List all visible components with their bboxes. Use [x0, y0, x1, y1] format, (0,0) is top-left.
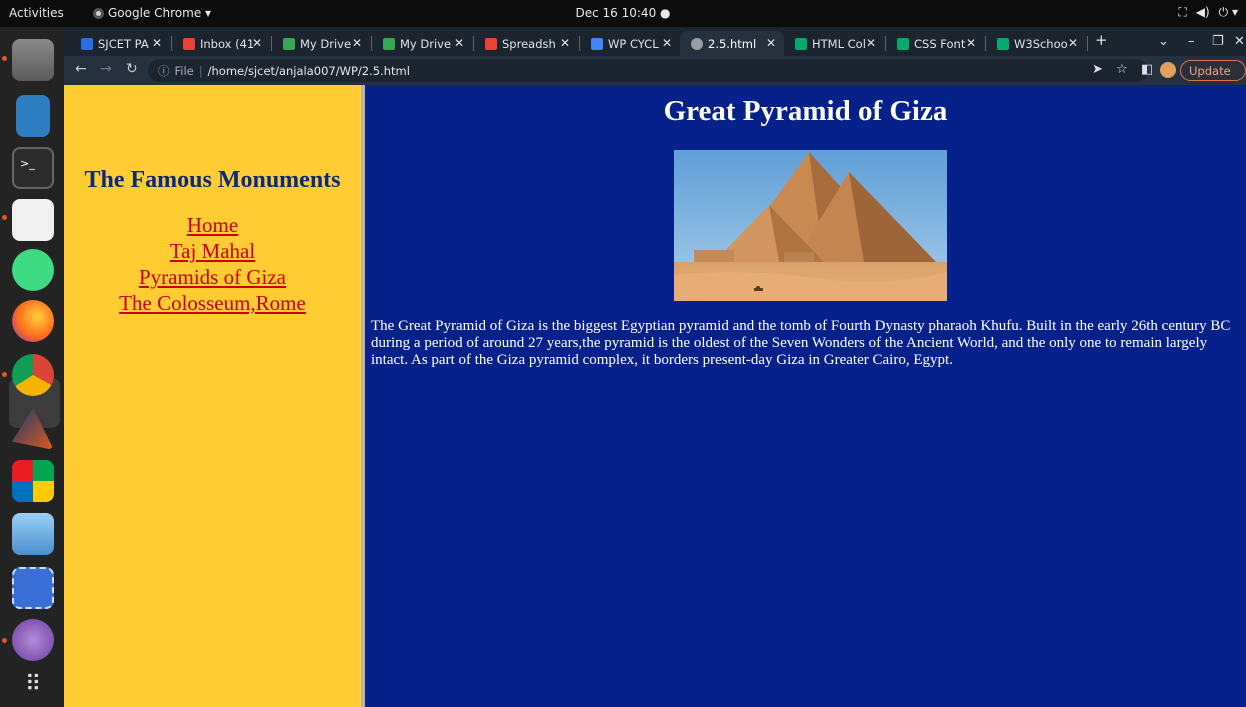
tab[interactable]: W3Schoo ✕ [986, 31, 1086, 56]
running-indicator [2, 56, 7, 61]
tab-favicon-icon [81, 37, 93, 50]
running-indicator [2, 372, 7, 377]
profile-avatar[interactable] [1160, 62, 1176, 78]
show-applications-icon[interactable]: ⠿ [12, 667, 54, 707]
tab-label: My Drive [400, 36, 452, 51]
link-colosseum[interactable]: The Colosseum,Rome [64, 290, 361, 316]
sidepanel-icon[interactable]: ◧ [1141, 62, 1153, 77]
virtualbox-icon[interactable] [12, 513, 54, 555]
tab[interactable]: Inbox (41 ✕ [172, 31, 270, 56]
tab-favicon-icon [795, 37, 807, 50]
tab-favicon-icon [997, 37, 1009, 50]
tab-favicon-icon [591, 37, 603, 50]
tab[interactable]: SJCET PA ✕ [70, 31, 170, 56]
restore-icon[interactable]: ❐ [1212, 34, 1224, 49]
update-button[interactable]: Update [1180, 60, 1246, 81]
tab-favicon-icon [485, 37, 497, 50]
tab-close-icon[interactable]: ✕ [352, 36, 362, 50]
address-bar[interactable]: ⓘ File | /home/sjcet/anjala007/WP/2.5.ht… [148, 59, 1148, 82]
update-label: Update [1189, 63, 1231, 78]
forward-icon[interactable]: → [100, 61, 112, 77]
firefox-icon[interactable] [12, 300, 54, 342]
tab-close-icon[interactable]: ✕ [866, 36, 876, 50]
tab-favicon-icon [691, 37, 703, 50]
page-title: Great Pyramid of Giza [663, 95, 948, 127]
chrome-dock-icon[interactable] [12, 354, 54, 396]
tab-label: WP CYCL [608, 36, 659, 51]
writer-icon[interactable] [16, 95, 50, 137]
tab-close-icon[interactable]: ✕ [766, 36, 776, 50]
tab-label: SJCET PA [98, 36, 149, 51]
tab-active[interactable]: 2.5.html ✕ [680, 31, 784, 56]
clock[interactable]: Dec 16 10:40 ● [0, 6, 1246, 20]
link-taj-mahal[interactable]: Taj Mahal [64, 238, 361, 264]
power-icon[interactable]: ⏻ ▾ [1219, 5, 1238, 20]
tab-close-icon[interactable]: ✕ [454, 36, 464, 50]
link-pyramids[interactable]: Pyramids of Giza [64, 264, 361, 290]
network-app-icon[interactable] [12, 619, 54, 661]
tab[interactable]: CSS Font ✕ [886, 31, 984, 56]
sidebar-heading: The Famous Monuments [84, 167, 341, 193]
tab[interactable]: WP CYCL ✕ [580, 31, 680, 56]
tab-label: 2.5.html [708, 36, 757, 51]
running-indicator [2, 215, 7, 220]
tab-favicon-icon [383, 37, 395, 50]
close-window-icon[interactable]: ✕ [1234, 34, 1245, 49]
tab-label: W3Schoo [1014, 36, 1068, 51]
nav-links: Home Taj Mahal Pyramids of Giza The Colo… [64, 212, 361, 316]
tab-close-icon[interactable]: ✕ [152, 36, 162, 50]
system-tray[interactable]: ⛶ ◀) ⏻ ▾ [1178, 5, 1238, 20]
bookmark-star-icon[interactable]: ☆ [1116, 62, 1128, 77]
tab[interactable]: HTML Col ✕ [784, 31, 884, 56]
tab-close-icon[interactable]: ✕ [252, 36, 262, 50]
tab-favicon-icon [283, 37, 295, 50]
volume-icon[interactable]: ◀) [1196, 5, 1210, 20]
url-prefix: File [174, 63, 194, 78]
tab-label: Spreadsh [502, 36, 556, 51]
tab-search-icon[interactable]: ⌄ [1158, 34, 1169, 49]
tab-label: HTML Col [812, 36, 866, 51]
url-separator: | [198, 63, 203, 78]
tab-label: Inbox (41 [200, 36, 255, 51]
tab-close-icon[interactable]: ✕ [966, 36, 976, 50]
tab[interactable]: My Drive ✕ [372, 31, 472, 56]
tab-favicon-icon [897, 37, 909, 50]
back-icon[interactable]: ← [75, 61, 87, 77]
new-tab-icon[interactable]: + [1095, 31, 1108, 49]
description-paragraph: The Great Pyramid of Giza is the biggest… [371, 318, 1231, 368]
minimize-icon[interactable]: – [1188, 34, 1195, 49]
pyramid-image [674, 150, 947, 301]
android-studio-icon[interactable] [12, 249, 54, 291]
content-panel: Great Pyramid of Giza The Great Pyramid … [365, 85, 1246, 707]
tab-strip: SJCET PA ✕ Inbox (41 ✕ My Drive ✕ My Drive ✕… [64, 27, 1246, 56]
site-info-icon[interactable]: ⓘ [158, 63, 170, 79]
tab-close-icon[interactable]: ✕ [560, 36, 570, 50]
app-grid-color-icon[interactable] [12, 460, 54, 502]
nav-sidebar: The Famous Monuments Home Taj Mahal Pyra… [64, 85, 361, 707]
tab-close-icon[interactable]: ✕ [1068, 36, 1078, 50]
text-editor-icon[interactable] [12, 199, 54, 241]
reload-icon[interactable]: ↻ [126, 61, 138, 77]
screenshot-icon[interactable] [12, 567, 54, 609]
system-top-bar: Activities Google Chrome ▾ Dec 16 10:40 … [0, 0, 1246, 27]
url-text: /home/sjcet/anjala007/WP/2.5.html [207, 63, 410, 78]
dock: >_ ⠿ [0, 27, 64, 707]
running-indicator [2, 638, 7, 643]
files-icon[interactable] [12, 39, 54, 81]
terminal-icon[interactable]: >_ [12, 147, 54, 189]
link-home[interactable]: Home [64, 212, 361, 238]
tab-label: My Drive [300, 36, 352, 51]
tab[interactable]: My Drive ✕ [272, 31, 370, 56]
tab-close-icon[interactable]: ✕ [662, 36, 672, 50]
send-icon[interactable]: ➤ [1092, 62, 1103, 77]
tab[interactable]: Spreadsh ✕ [474, 31, 578, 56]
network-icon[interactable]: ⛶ [1178, 5, 1186, 20]
web-page: The Famous Monuments Home Taj Mahal Pyra… [64, 85, 1246, 707]
tab-favicon-icon [183, 37, 195, 50]
tab-label: CSS Font [914, 36, 966, 51]
browser-toolbar: ← → ↻ ⓘ File | /home/sjcet/anjala007/WP/… [64, 56, 1246, 85]
